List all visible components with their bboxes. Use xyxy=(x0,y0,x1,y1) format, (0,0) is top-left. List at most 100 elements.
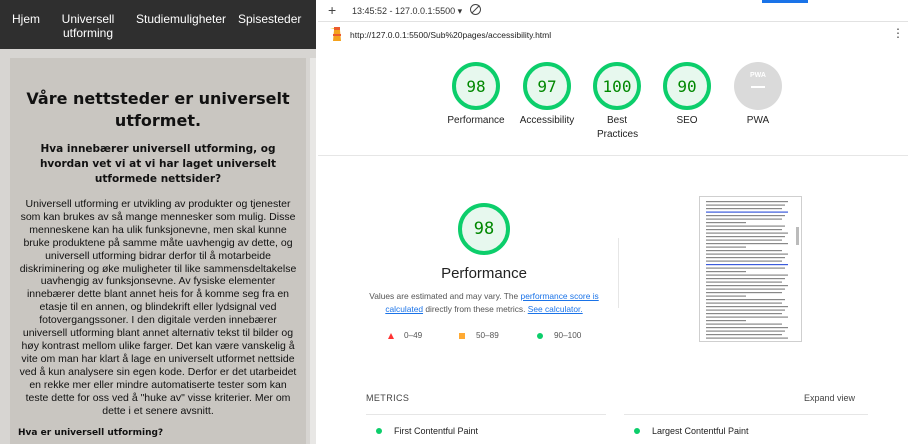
expand-view-button[interactable]: Expand view xyxy=(804,393,855,403)
thumbnail-line xyxy=(706,309,785,311)
page-scrollbar[interactable] xyxy=(310,58,316,444)
pwa-dash-icon xyxy=(751,86,765,88)
score-value: 98 xyxy=(466,76,486,96)
report-toolbar: + 13:45:52 - 127.0.0.1:5500 ▾ xyxy=(318,0,908,22)
legend-average: 50–89 xyxy=(476,331,499,340)
metric-pass-icon xyxy=(634,428,640,434)
average-square-icon xyxy=(459,333,465,339)
thumbnail-line xyxy=(706,253,788,255)
section-divider xyxy=(318,155,908,156)
page-screenshot-thumbnail[interactable] xyxy=(699,196,802,342)
body-paragraph: Universell utforming er utvikling av pro… xyxy=(19,198,297,417)
thumbnail-line xyxy=(706,243,788,245)
metric-separator xyxy=(624,414,868,415)
thumbnail-scrollbar xyxy=(796,227,799,245)
score-value: 97 xyxy=(537,76,557,96)
thumbnail-line xyxy=(706,292,782,294)
thumbnail-text-lines-icon xyxy=(706,201,799,339)
thumbnail-line xyxy=(706,285,788,287)
nav-link-home[interactable]: Hjem xyxy=(12,12,40,26)
thumbnail-line xyxy=(706,281,782,283)
report-time: 13:45:52 - 127.0.0.1:5500 xyxy=(352,6,456,16)
thumbnail-line xyxy=(706,274,788,276)
pwa-badge-text: PWA xyxy=(750,72,766,79)
next-section-heading: Hva er universell utforming? xyxy=(18,428,164,438)
report-selector[interactable]: 13:45:52 - 127.0.0.1:5500 ▾ xyxy=(352,6,462,17)
thumbnail-line xyxy=(706,337,788,339)
score-note: Values are estimated and may vary. The p… xyxy=(364,290,604,316)
calculator-link[interactable]: See calculator. xyxy=(528,304,583,314)
thumbnail-line xyxy=(706,257,785,259)
thumbnail-line xyxy=(706,302,782,304)
thumbnail-line xyxy=(706,232,788,234)
thumbnail-line xyxy=(706,316,788,318)
metric-pass-icon xyxy=(376,428,382,434)
vertical-divider xyxy=(618,238,619,308)
website-panel: Hjem Universell utforming Studiemulighet… xyxy=(0,0,316,444)
accessibility-label[interactable]: Accessibility xyxy=(507,114,587,128)
nav-link-universal-design[interactable]: Universell utforming xyxy=(58,12,118,40)
thumbnail-line xyxy=(706,327,788,329)
thumbnail-line xyxy=(706,288,785,290)
more-options-icon[interactable]: ⋮ xyxy=(892,27,904,39)
seo-label[interactable]: SEO xyxy=(647,114,727,128)
thumbnail-line xyxy=(706,225,785,227)
metrics-header: METRICS xyxy=(366,393,410,403)
section-subtitle: Hva innebærer universell utforming, og h… xyxy=(39,143,277,185)
metric-lcp: Largest Contentful Paint xyxy=(652,426,749,436)
score-value: 100 xyxy=(602,76,632,96)
nav-link-dining[interactable]: Spisesteder xyxy=(238,12,301,26)
thumbnail-line xyxy=(706,264,788,266)
thumbnail-line xyxy=(706,229,782,231)
thumbnail-line xyxy=(706,239,782,241)
performance-score-gauge[interactable]: 98 xyxy=(452,62,500,110)
fail-triangle-icon xyxy=(388,333,394,339)
thumbnail-line xyxy=(706,295,746,297)
thumbnail-line xyxy=(706,260,782,262)
thumbnail-line xyxy=(706,211,788,213)
seo-score-gauge[interactable]: 90 xyxy=(663,62,711,110)
site-navbar: Hjem Universell utforming Studiemulighet… xyxy=(0,0,316,49)
thumbnail-line xyxy=(706,215,785,217)
thumbnail-line xyxy=(706,330,785,332)
thumbnail-line xyxy=(706,204,785,206)
thumbnail-line xyxy=(706,208,782,210)
score-value: 90 xyxy=(677,76,697,96)
thumbnail-line xyxy=(706,278,785,280)
thumbnail-line xyxy=(706,250,782,252)
thumbnail-line xyxy=(706,222,746,224)
page-title: Våre nettsteder er universelt utformet. xyxy=(26,89,290,130)
legend-pass: 90–100 xyxy=(554,331,582,340)
article: Våre nettsteder er universelt utformet. … xyxy=(10,58,306,444)
thumbnail-line xyxy=(706,218,782,220)
thumbnail-line xyxy=(706,267,785,269)
thumbnail-line xyxy=(706,236,785,238)
add-icon[interactable]: + xyxy=(328,3,336,17)
pwa-badge[interactable]: PWA xyxy=(734,62,782,110)
lighthouse-icon xyxy=(330,27,341,41)
nav-link-study-options[interactable]: Studiemuligheter xyxy=(136,12,226,26)
clear-icon[interactable] xyxy=(470,4,481,15)
performance-title: Performance xyxy=(441,265,527,282)
main-score-value: 98 xyxy=(473,219,495,239)
thumbnail-line xyxy=(706,246,746,248)
pwa-label[interactable]: PWA xyxy=(718,114,798,128)
thumbnail-line xyxy=(706,320,746,322)
pass-circle-icon xyxy=(537,333,543,339)
performance-label[interactable]: Performance xyxy=(436,114,516,128)
thumbnail-line xyxy=(706,334,782,336)
legend-fail: 0–49 xyxy=(404,331,423,340)
lighthouse-panel: + 13:45:52 - 127.0.0.1:5500 ▾ http://127… xyxy=(318,0,908,444)
url-bar: http://127.0.0.1:5500/Sub%20pages/access… xyxy=(318,23,908,45)
best-practices-label[interactable]: Best Practices xyxy=(597,114,638,142)
audited-url: http://127.0.0.1:5500/Sub%20pages/access… xyxy=(350,30,552,40)
thumbnail-line xyxy=(706,201,788,203)
thumbnail-line xyxy=(706,306,788,308)
thumbnail-line xyxy=(706,313,782,315)
thumbnail-line xyxy=(706,323,782,325)
accessibility-score-gauge[interactable]: 97 xyxy=(523,62,571,110)
best-practices-score-gauge[interactable]: 100 xyxy=(593,62,641,110)
metric-fcp: First Contentful Paint xyxy=(394,426,479,436)
active-tab-indicator xyxy=(762,0,808,3)
metric-separator xyxy=(366,414,606,415)
